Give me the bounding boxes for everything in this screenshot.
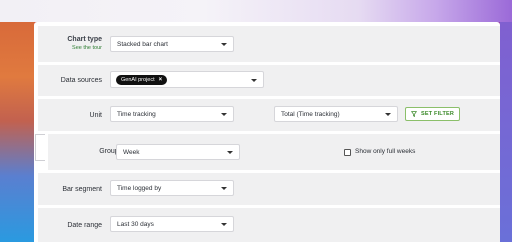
group-by-connector bbox=[35, 134, 45, 161]
filter-icon bbox=[411, 111, 417, 117]
set-filter-button[interactable]: SET FILTER bbox=[405, 107, 461, 121]
chevron-down-icon bbox=[385, 113, 391, 116]
data-source-chip[interactable]: GenAI project × bbox=[116, 74, 168, 85]
background-right bbox=[500, 22, 512, 242]
data-sources-label: Data sources bbox=[60, 77, 102, 84]
bar-segment-label: Bar segment bbox=[62, 186, 102, 193]
chevron-down-icon bbox=[227, 151, 233, 154]
data-sources-select[interactable]: GenAI project × bbox=[110, 71, 264, 88]
data-source-chip-label: GenAI project bbox=[121, 76, 155, 83]
chart-type-value: Stacked bar chart bbox=[117, 40, 168, 48]
set-filter-label: SET FILTER bbox=[421, 111, 455, 117]
chevron-down-icon bbox=[221, 43, 227, 46]
date-range-label: Date range bbox=[67, 222, 102, 229]
total-value: Total (Time tracking) bbox=[281, 110, 340, 118]
unit-select[interactable]: Time tracking bbox=[110, 106, 234, 122]
bar-segment-row: Bar segment Time logged by bbox=[38, 173, 500, 205]
group-by-value: Week bbox=[123, 148, 140, 156]
total-select[interactable]: Total (Time tracking) bbox=[274, 106, 398, 122]
unit-value: Time tracking bbox=[117, 110, 156, 118]
chevron-down-icon bbox=[221, 187, 227, 190]
group-by-row: Group by Week Show only full weeks bbox=[48, 134, 500, 170]
chart-settings-panel: Chart type See the tour Stacked bar char… bbox=[34, 22, 500, 242]
date-range-select[interactable]: Last 30 days bbox=[110, 216, 234, 232]
chevron-down-icon bbox=[221, 223, 227, 226]
date-range-value: Last 30 days bbox=[117, 220, 154, 228]
chart-type-row: Chart type See the tour Stacked bar char… bbox=[38, 26, 500, 62]
unit-row: Unit Time tracking Total (Time tracking)… bbox=[38, 99, 500, 131]
unit-label: Unit bbox=[89, 112, 102, 119]
bar-segment-select[interactable]: Time logged by bbox=[110, 180, 234, 196]
background-left bbox=[0, 22, 34, 242]
background-top bbox=[0, 0, 512, 22]
chart-type-select[interactable]: Stacked bar chart bbox=[110, 36, 234, 52]
chevron-down-icon bbox=[251, 79, 257, 82]
show-full-weeks-label: Show only full weeks bbox=[355, 148, 416, 155]
close-icon[interactable]: × bbox=[159, 77, 163, 83]
chevron-down-icon bbox=[221, 113, 227, 116]
chart-type-label: Chart type bbox=[67, 36, 102, 43]
group-by-select[interactable]: Week bbox=[116, 144, 240, 160]
see-the-tour-link[interactable]: See the tour bbox=[72, 45, 102, 51]
bar-segment-value: Time logged by bbox=[117, 184, 162, 192]
show-full-weeks-checkbox[interactable] bbox=[344, 149, 351, 156]
data-sources-row: Data sources GenAI project × bbox=[38, 65, 500, 96]
date-range-row: Date range Last 30 days bbox=[38, 208, 500, 242]
